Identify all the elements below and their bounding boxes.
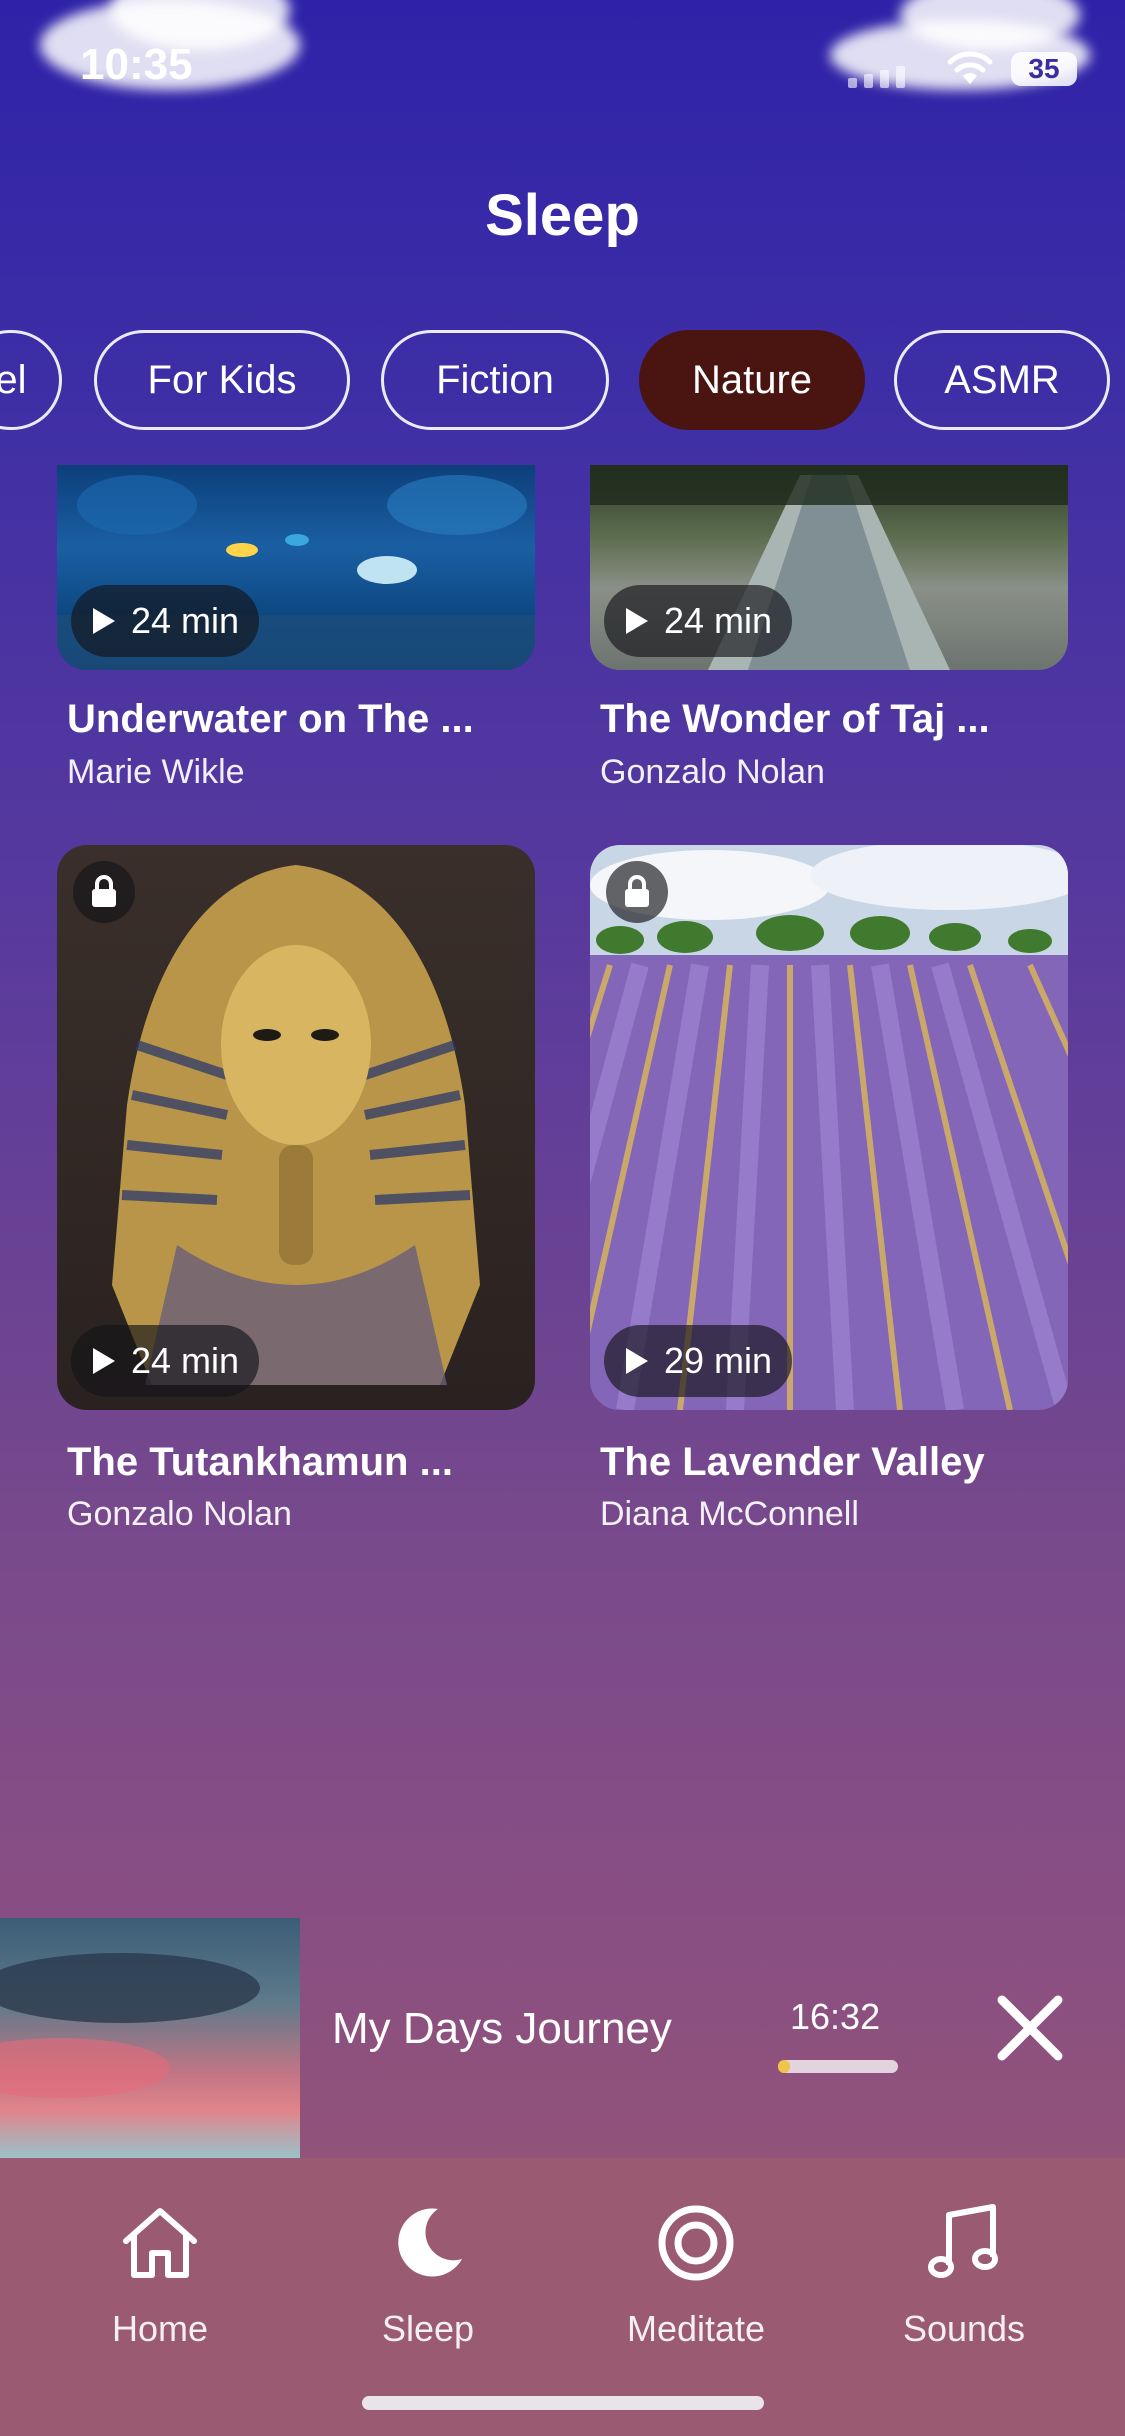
card-thumbnail: 24 min <box>57 845 535 1410</box>
mini-player[interactable]: My Days Journey 16:32 <box>0 1918 1125 2158</box>
play-icon <box>93 608 115 634</box>
duration-badge: 24 min <box>71 1325 260 1397</box>
player-progress-fill <box>778 2060 790 2073</box>
tab-sleep[interactable]: Sleep <box>328 2198 528 2350</box>
card-title: The Tutankhamun ... <box>67 1440 453 1484</box>
chip-label: el <box>0 358 27 402</box>
tab-sounds[interactable]: Sounds <box>864 2198 1064 2350</box>
content-card[interactable]: 29 min The Lavender Valley Diana McConne… <box>590 845 1068 1545</box>
play-icon <box>626 608 648 634</box>
moon-icon <box>328 2198 528 2288</box>
tab-meditate[interactable]: Meditate <box>596 2198 796 2350</box>
content-card[interactable]: 24 min The Wonder of Taj ... Gonzalo Nol… <box>590 465 1068 805</box>
chip-travel[interactable]: el <box>0 330 62 430</box>
wifi-icon <box>947 51 993 84</box>
chip-asmr[interactable]: ASMR <box>894 330 1110 430</box>
duration-text: 24 min <box>664 600 773 641</box>
target-icon <box>596 2198 796 2288</box>
card-thumbnail: 24 min <box>590 465 1068 670</box>
status-bar: 10:35 35 <box>0 0 1125 130</box>
card-author: Gonzalo Nolan <box>600 753 825 791</box>
card-author: Diana McConnell <box>600 1495 859 1533</box>
card-author: Marie Wikle <box>67 753 245 791</box>
tab-bar: Home Sleep Meditate Sounds <box>0 2158 1125 2436</box>
chip-label: For Kids <box>147 358 297 402</box>
close-icon[interactable] <box>990 1988 1070 2068</box>
player-title: My Days Journey <box>332 2004 672 2053</box>
chip-label: ASMR <box>944 358 1060 402</box>
play-icon <box>626 1348 648 1374</box>
duration-badge: 24 min <box>604 585 793 657</box>
tab-label: Home <box>111 2308 209 2349</box>
tab-label: Sounds <box>902 2308 1026 2349</box>
duration-badge: 29 min <box>604 1325 793 1397</box>
card-title: Underwater on The ... <box>67 697 474 741</box>
duration-text: 29 min <box>664 1340 773 1381</box>
lock-icon <box>606 861 668 923</box>
chip-label: Fiction <box>436 358 554 402</box>
card-author: Gonzalo Nolan <box>67 1495 292 1533</box>
music-note-icon <box>864 2198 1064 2288</box>
home-indicator <box>362 2396 764 2410</box>
content-card[interactable]: 24 min Underwater on The ... Marie Wikle <box>57 465 535 805</box>
sunset-sky-illustration <box>0 1953 260 2098</box>
card-thumbnail: 24 min <box>57 465 535 670</box>
duration-badge: 24 min <box>71 585 260 657</box>
chip-fiction[interactable]: Fiction <box>381 330 609 430</box>
tab-label: Meditate <box>626 2308 766 2349</box>
card-title: The Wonder of Taj ... <box>600 697 990 741</box>
chip-label: Nature <box>691 358 813 402</box>
card-title: The Lavender Valley <box>600 1440 985 1484</box>
content-card[interactable]: 24 min The Tutankhamun ... Gonzalo Nolan <box>57 845 535 1545</box>
player-time: 16:32 <box>790 1996 881 2037</box>
category-chips: el For Kids Fiction Nature ASMR <box>0 330 1125 435</box>
card-thumbnail: 29 min <box>590 845 1068 1410</box>
battery-icon: 35 <box>1011 52 1077 86</box>
status-time: 10:35 <box>80 40 193 89</box>
play-icon <box>93 1348 115 1374</box>
tab-label: Sleep <box>381 2308 475 2349</box>
duration-text: 24 min <box>131 600 240 641</box>
tab-home[interactable]: Home <box>60 2198 260 2350</box>
player-thumbnail <box>0 1918 300 2158</box>
duration-text: 24 min <box>131 1340 240 1381</box>
signal-icon <box>848 66 905 88</box>
home-icon <box>60 2198 260 2288</box>
player-progress-bar[interactable] <box>778 2060 898 2073</box>
page-title: Sleep <box>485 183 640 248</box>
chip-for-kids[interactable]: For Kids <box>94 330 350 430</box>
lock-icon <box>73 861 135 923</box>
chip-nature[interactable]: Nature <box>639 330 865 430</box>
